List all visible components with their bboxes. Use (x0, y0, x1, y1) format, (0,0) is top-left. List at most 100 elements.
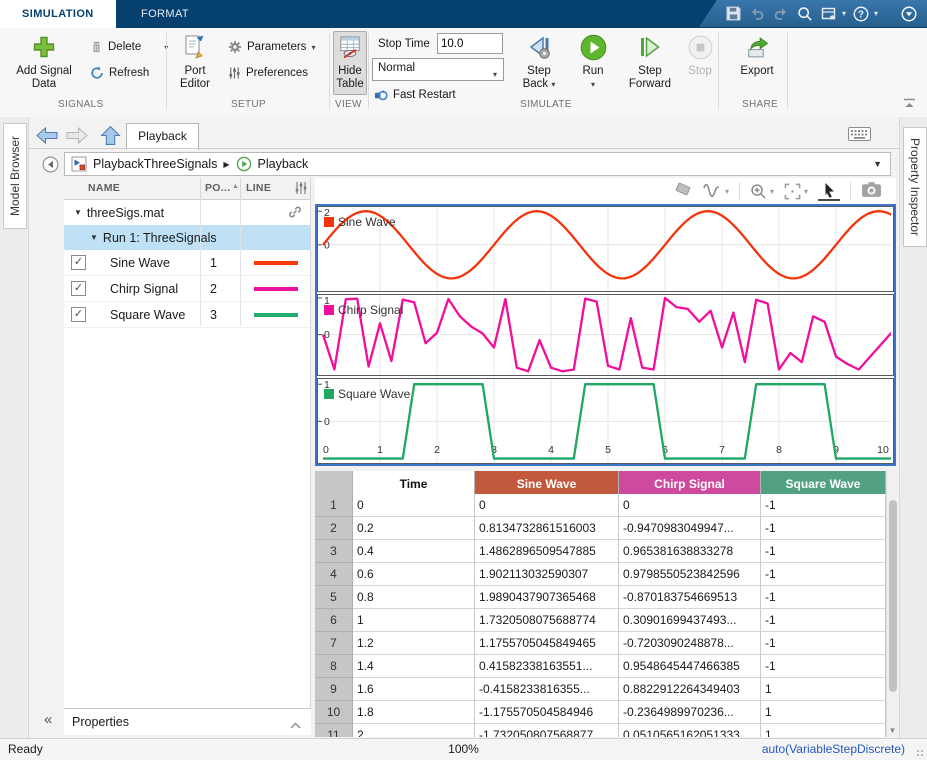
cell-value[interactable]: 0.41582338163551... (475, 655, 619, 678)
collapse-left-panel-button[interactable]: « (44, 711, 52, 728)
table-row[interactable]: 30.41.48628965095478850.965381638833278-… (315, 540, 898, 563)
parameters-caret-icon[interactable]: ▾ (311, 43, 315, 52)
cell-value[interactable]: 0.8 (353, 586, 475, 609)
run-button[interactable]: Run ▾ (574, 32, 612, 91)
keyboard-icon[interactable] (848, 127, 871, 144)
row-index[interactable]: 10 (315, 701, 353, 724)
add-signal-data-button[interactable]: Add Signal Data (12, 32, 76, 91)
breadcrumb-caret-icon[interactable]: ▼ (873, 159, 882, 169)
table-row[interactable]: 1000-1 (315, 494, 898, 517)
property-inspector-tab[interactable]: Property Inspector (903, 127, 927, 247)
signal-line-swatch[interactable] (254, 287, 298, 291)
step-back-button[interactable]: Step Back ▾ (514, 32, 564, 91)
row-index[interactable]: 9 (315, 678, 353, 701)
row-index[interactable]: 6 (315, 609, 353, 632)
cell-value[interactable]: 0.8822912264349403 (619, 678, 761, 701)
tree-row-file[interactable]: ▼ threeSigs.mat (64, 200, 310, 225)
table-row[interactable]: 40.61.9021130325903070.9798550523842596-… (315, 563, 898, 586)
document-tab-playback[interactable]: Playback (126, 123, 199, 150)
help-icon[interactable]: ? (853, 5, 870, 22)
help-caret-icon[interactable]: ▾ (874, 9, 878, 18)
table-row[interactable]: 81.40.41582338163551...0.954864544746638… (315, 655, 898, 678)
sort-ascending-icon[interactable]: ▲ (232, 183, 239, 190)
cell-value[interactable]: 0 (475, 494, 619, 517)
cell-value[interactable]: 1.902113032590307 (475, 563, 619, 586)
cell-value[interactable]: 0.965381638833278 (619, 540, 761, 563)
run-caret-icon[interactable]: ▾ (591, 78, 595, 91)
signal-wave-icon[interactable]: ▾ (702, 184, 729, 199)
eraser-icon[interactable] (673, 182, 692, 201)
layout-caret-icon[interactable]: ▾ (842, 9, 846, 18)
signal-checkbox[interactable]: ✓ (71, 255, 86, 270)
signal-table-header[interactable]: NAME PO... ▲ LINE (64, 178, 310, 200)
row-index[interactable]: 2 (315, 517, 353, 540)
resize-grip[interactable] (916, 749, 924, 757)
cell-value[interactable]: -1.175570504584946 (475, 701, 619, 724)
cell-value[interactable]: -0.7203090248878... (619, 632, 761, 655)
cell-value[interactable]: -1.732050807568877 (475, 724, 619, 737)
row-index[interactable]: 1 (315, 494, 353, 517)
plot-area[interactable]: 20Sine Wave10Chirp Signal10012345678910S… (315, 204, 896, 466)
cell-value[interactable]: -0.9470983049947... (619, 517, 761, 540)
cell-value[interactable]: 1.4862896509547885 (475, 540, 619, 563)
table-row[interactable]: 91.6-0.4158233816355...0.882291226434940… (315, 678, 898, 701)
cell-value[interactable]: -1 (761, 563, 886, 586)
cell-value[interactable]: 0.8134732861516003 (475, 517, 619, 540)
undo-icon[interactable] (749, 5, 766, 22)
signal-line-swatch[interactable] (254, 313, 298, 317)
camera-icon[interactable] (861, 181, 882, 201)
row-index[interactable]: 4 (315, 563, 353, 586)
subplot-chirp-signal[interactable]: 10Chirp Signal (317, 294, 894, 376)
cell-value[interactable]: -1 (761, 632, 886, 655)
stop-time-input[interactable] (437, 33, 503, 54)
link-icon[interactable] (288, 205, 302, 222)
cell-value[interactable]: 1.8 (353, 701, 475, 724)
table-scrollbar[interactable]: ▼ (886, 471, 898, 737)
cell-value[interactable]: 0.9548645447466385 (619, 655, 761, 678)
cell-value[interactable]: 1.1755705045849465 (475, 632, 619, 655)
cell-value[interactable]: -0.2364989970236... (619, 701, 761, 724)
subplot-square-wave[interactable]: 10012345678910Square Wave (317, 378, 894, 464)
table-row[interactable]: 101.8-1.175570504584946-0.2364989970236.… (315, 701, 898, 724)
refresh-button[interactable]: Refresh (90, 63, 149, 83)
row-index[interactable]: 5 (315, 586, 353, 609)
signal-row[interactable]: ✓Square Wave3 (64, 302, 310, 328)
export-button[interactable]: Export (736, 32, 778, 78)
signal-line-swatch[interactable] (254, 261, 298, 265)
row-index[interactable]: 8 (315, 655, 353, 678)
cell-value[interactable]: 0.0510565162051333 (619, 724, 761, 737)
fast-restart-button[interactable]: Fast Restart (374, 85, 456, 105)
properties-bar[interactable]: Properties (64, 708, 311, 735)
column-line[interactable]: LINE (246, 182, 271, 194)
table-row[interactable]: 112-1.7320508075688770.05105651620513331 (315, 724, 898, 737)
nav-back-button[interactable] (36, 126, 58, 148)
hide-toolstrip-circle-icon[interactable] (900, 5, 917, 22)
cell-value[interactable]: 0.2 (353, 517, 475, 540)
cell-value[interactable]: 1 (761, 678, 886, 701)
cell-value[interactable]: 0.4 (353, 540, 475, 563)
cell-value[interactable]: -1 (761, 586, 886, 609)
cell-value[interactable]: 1 (761, 724, 886, 737)
tab-format[interactable]: FORMAT (119, 0, 211, 28)
status-solver[interactable]: auto(VariableStepDiscrete) (762, 742, 905, 756)
breadcrumb-model[interactable]: PlaybackThreeSignals (93, 157, 217, 171)
scrollbar-down-icon[interactable]: ▼ (887, 726, 898, 735)
layout-favorites-icon[interactable] (821, 5, 838, 22)
column-port[interactable]: PO... (205, 182, 230, 194)
nav-up-button[interactable] (100, 125, 121, 149)
table-row[interactable]: 71.21.1755705045849465-0.7203090248878..… (315, 632, 898, 655)
cell-value[interactable]: 0.30901699437493... (619, 609, 761, 632)
subplot-sine-wave[interactable]: 20Sine Wave (317, 206, 894, 292)
zoom-in-icon[interactable]: ▾ (750, 183, 774, 200)
simulation-mode-select[interactable]: Normal ▾ (372, 58, 504, 81)
model-browser-tab[interactable]: Model Browser (3, 123, 27, 229)
cell-value[interactable]: 0.9798550523842596 (619, 563, 761, 586)
cell-value[interactable]: -1 (761, 609, 886, 632)
signal-checkbox[interactable]: ✓ (71, 281, 86, 296)
tree-row-run[interactable]: ▼ Run 1: ThreeSignals (64, 225, 310, 250)
row-index[interactable]: 11 (315, 724, 353, 737)
cell-value[interactable]: 1 (761, 701, 886, 724)
cell-value[interactable]: 0 (619, 494, 761, 517)
cell-value[interactable]: -1 (761, 540, 886, 563)
redo-icon[interactable] (773, 5, 790, 22)
